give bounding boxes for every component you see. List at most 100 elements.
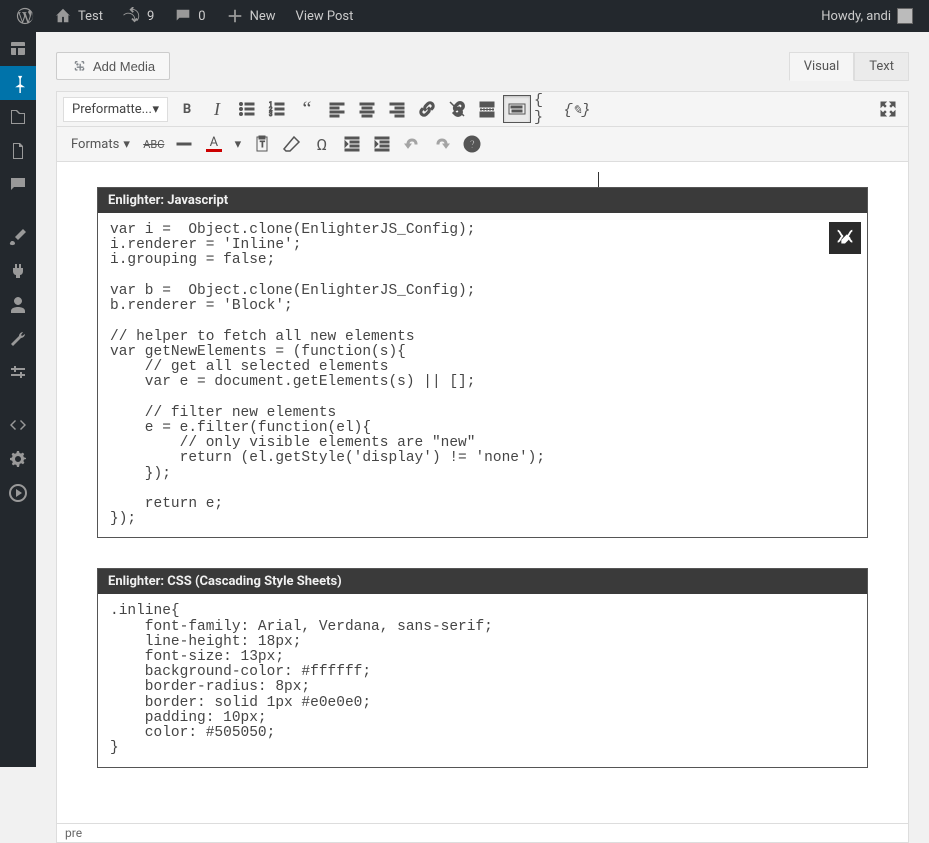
editor-status-bar: pre	[56, 824, 909, 843]
sidebar-item-comments[interactable]	[0, 168, 36, 202]
text-color-menu[interactable]: ▾	[230, 130, 246, 158]
code-icon	[8, 415, 28, 435]
svg-text:3: 3	[269, 111, 272, 118]
eraser-icon	[282, 134, 302, 154]
italic-button[interactable]: I	[203, 95, 231, 123]
tab-visual[interactable]: Visual	[789, 52, 855, 81]
sidebar-item-media[interactable]	[0, 100, 36, 134]
admin-bar-right: Howdy, andi	[813, 0, 921, 32]
code-edit-button[interactable]	[829, 222, 861, 254]
admin-bar: Test 9 0 New View Post Howdy, andi	[0, 0, 929, 32]
code-block-header: Enlighter: Javascript	[98, 188, 867, 213]
toolbar-toggle-button[interactable]	[503, 95, 531, 123]
view-post-link[interactable]: View Post	[288, 0, 362, 32]
formats-label: Formats	[71, 137, 119, 152]
link-icon	[417, 99, 437, 119]
unlink-button[interactable]	[443, 95, 471, 123]
chevron-down-icon: ▾	[123, 137, 130, 152]
update-icon	[123, 7, 141, 25]
enlighter-code-button[interactable]: { }	[533, 95, 561, 123]
redo-icon	[432, 134, 452, 154]
read-more-icon	[477, 99, 497, 119]
media-icon	[8, 107, 28, 127]
sidebar-item-users[interactable]	[0, 288, 36, 322]
format-select[interactable]: Preformatte... ▾	[63, 97, 168, 122]
paste-text-button[interactable]: T	[248, 130, 276, 158]
bullet-list-button[interactable]	[233, 95, 261, 123]
insert-more-button[interactable]	[473, 95, 501, 123]
svg-text:T: T	[260, 140, 265, 149]
link-button[interactable]	[413, 95, 441, 123]
code-block-body: var i = Object.clone(EnlighterJS_Config)…	[98, 213, 867, 537]
sidebar-item-generic-settings[interactable]	[0, 442, 36, 476]
outdent-button[interactable]	[338, 130, 366, 158]
format-select-label: Preformatte...	[72, 102, 152, 117]
code-block-body: .inline{ font-family: Arial, Verdana, sa…	[98, 594, 867, 766]
special-char-button[interactable]: Ω	[308, 130, 336, 158]
align-right-button[interactable]	[383, 95, 411, 123]
sidebar-item-play[interactable]	[0, 476, 36, 510]
sidebar-item-dashboard[interactable]	[0, 32, 36, 66]
outdent-icon	[342, 134, 362, 154]
undo-icon	[402, 134, 422, 154]
strikethrough-button[interactable]: ABC	[140, 130, 168, 158]
pages-icon	[8, 141, 28, 161]
code-block-javascript[interactable]: Enlighter: Javascript var i = Object.clo…	[97, 187, 868, 538]
hr-button[interactable]	[170, 130, 198, 158]
admin-bar-left: Test 9 0 New View Post	[8, 0, 361, 32]
add-media-button[interactable]: Add Media	[56, 52, 170, 80]
wordpress-icon	[16, 7, 34, 25]
updates-count: 9	[147, 9, 154, 24]
new-content-menu[interactable]: New	[218, 0, 284, 32]
clear-format-button[interactable]	[278, 130, 306, 158]
editor-content-area[interactable]: Enlighter: Javascript var i = Object.clo…	[57, 162, 908, 823]
fullscreen-icon	[878, 99, 898, 119]
sidebar-item-settings[interactable]	[0, 356, 36, 390]
home-icon	[54, 7, 72, 25]
element-path[interactable]: pre	[65, 826, 82, 840]
align-left-button[interactable]	[323, 95, 351, 123]
view-post-label: View Post	[296, 9, 354, 24]
sidebar-item-tools[interactable]	[0, 322, 36, 356]
plus-icon	[226, 7, 244, 25]
text-color-button[interactable]: A	[200, 130, 228, 158]
sidebar-item-appearance[interactable]	[0, 220, 36, 254]
redo-button[interactable]	[428, 130, 456, 158]
fullscreen-button[interactable]	[874, 95, 902, 123]
site-name-label: Test	[78, 9, 103, 24]
sidebar-item-pages[interactable]	[0, 134, 36, 168]
enlighter-edit-button[interactable]: {✎}	[563, 95, 591, 123]
align-left-icon	[327, 99, 347, 119]
keyboard-icon	[507, 99, 527, 119]
site-name-menu[interactable]: Test	[46, 0, 111, 32]
comments-menu[interactable]: 0	[166, 0, 213, 32]
sidebar-item-posts[interactable]	[0, 66, 36, 100]
bullet-list-icon	[237, 99, 257, 119]
tab-text[interactable]: Text	[854, 52, 909, 81]
toolbar-row-2: Formats ▾ ABC A ▾ T Ω ?	[57, 127, 908, 162]
updates-menu[interactable]: 9	[115, 0, 162, 32]
media-icon	[71, 58, 87, 74]
admin-sidebar	[0, 32, 36, 767]
plug-icon	[8, 261, 28, 281]
undo-button[interactable]	[398, 130, 426, 158]
wp-logo-menu[interactable]	[8, 0, 42, 32]
bold-button[interactable]: B	[173, 95, 201, 123]
editor-main: Add Media Visual Text Preformatte... ▾ B…	[36, 32, 929, 767]
blockquote-button[interactable]: “	[293, 95, 321, 123]
code-block-css[interactable]: Enlighter: CSS (Cascading Style Sheets) …	[97, 568, 868, 767]
code-edit-icon	[834, 227, 856, 249]
sidebar-item-plugins[interactable]	[0, 254, 36, 288]
formats-menu[interactable]: Formats ▾	[63, 133, 138, 156]
dashboard-icon	[8, 39, 28, 59]
add-media-label: Add Media	[93, 59, 155, 74]
greeting-label: Howdy, andi	[821, 9, 891, 24]
indent-button[interactable]	[368, 130, 396, 158]
help-icon: ?	[462, 134, 482, 154]
help-button[interactable]: ?	[458, 130, 486, 158]
align-center-button[interactable]	[353, 95, 381, 123]
new-label: New	[250, 9, 276, 24]
sidebar-item-code[interactable]	[0, 408, 36, 442]
my-account-menu[interactable]: Howdy, andi	[813, 0, 921, 32]
numbered-list-button[interactable]: 123	[263, 95, 291, 123]
